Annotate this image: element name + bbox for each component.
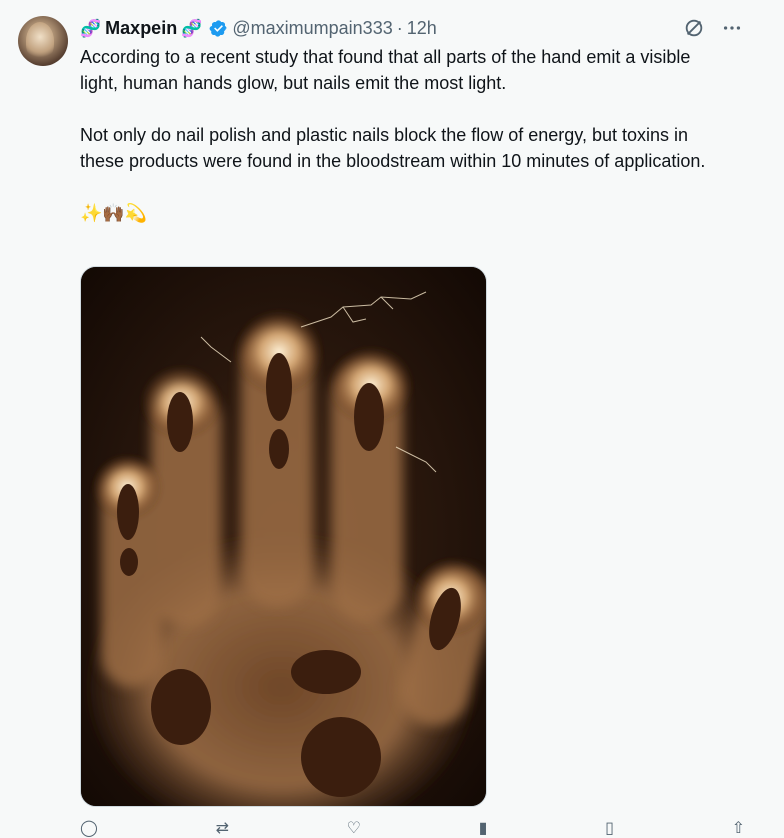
separator-dot: · [396, 17, 403, 38]
dna-emoji-icon: 🧬 [80, 18, 102, 38]
verified-badge-icon[interactable] [209, 19, 228, 38]
share-icon[interactable]: ⇧ [732, 818, 745, 838]
bookmark-icon[interactable]: ▯ [605, 818, 614, 838]
repost-icon[interactable]: ⇄ [216, 818, 229, 838]
post-text: According to a recent study that found t… [80, 44, 730, 226]
glowing-hand-image [81, 267, 486, 806]
reply-icon[interactable]: ◯ [80, 818, 98, 838]
header-actions [683, 17, 743, 39]
like-icon[interactable]: ♡ [347, 818, 361, 838]
post-paragraph-1: According to a recent study that found t… [80, 47, 691, 93]
post-header: 🧬 Maxpein 🧬 @maximumpain333 · 12h [80, 15, 437, 41]
post[interactable]: 🧬 Maxpein 🧬 @maximumpain333 · 12h Accord… [0, 0, 769, 837]
emoji-line: ✨🙌🏾💫 [80, 203, 148, 223]
post-paragraph-2: Not only do nail polish and plastic nail… [80, 125, 706, 171]
action-bar: ◯ ⇄ ♡ ▮ ▯ ⇧ [80, 818, 745, 838]
more-icon[interactable] [721, 17, 743, 39]
views-icon[interactable]: ▮ [479, 818, 488, 838]
scrollbar[interactable] [769, 0, 784, 829]
display-name[interactable]: Maxpein [105, 18, 177, 39]
post-image[interactable] [80, 266, 487, 807]
post-timestamp[interactable]: 12h [407, 18, 437, 39]
dna-emoji-icon: 🧬 [181, 18, 203, 38]
user-handle[interactable]: @maximumpain333 [232, 18, 392, 39]
grok-icon[interactable] [683, 17, 705, 39]
avatar[interactable] [18, 16, 68, 66]
